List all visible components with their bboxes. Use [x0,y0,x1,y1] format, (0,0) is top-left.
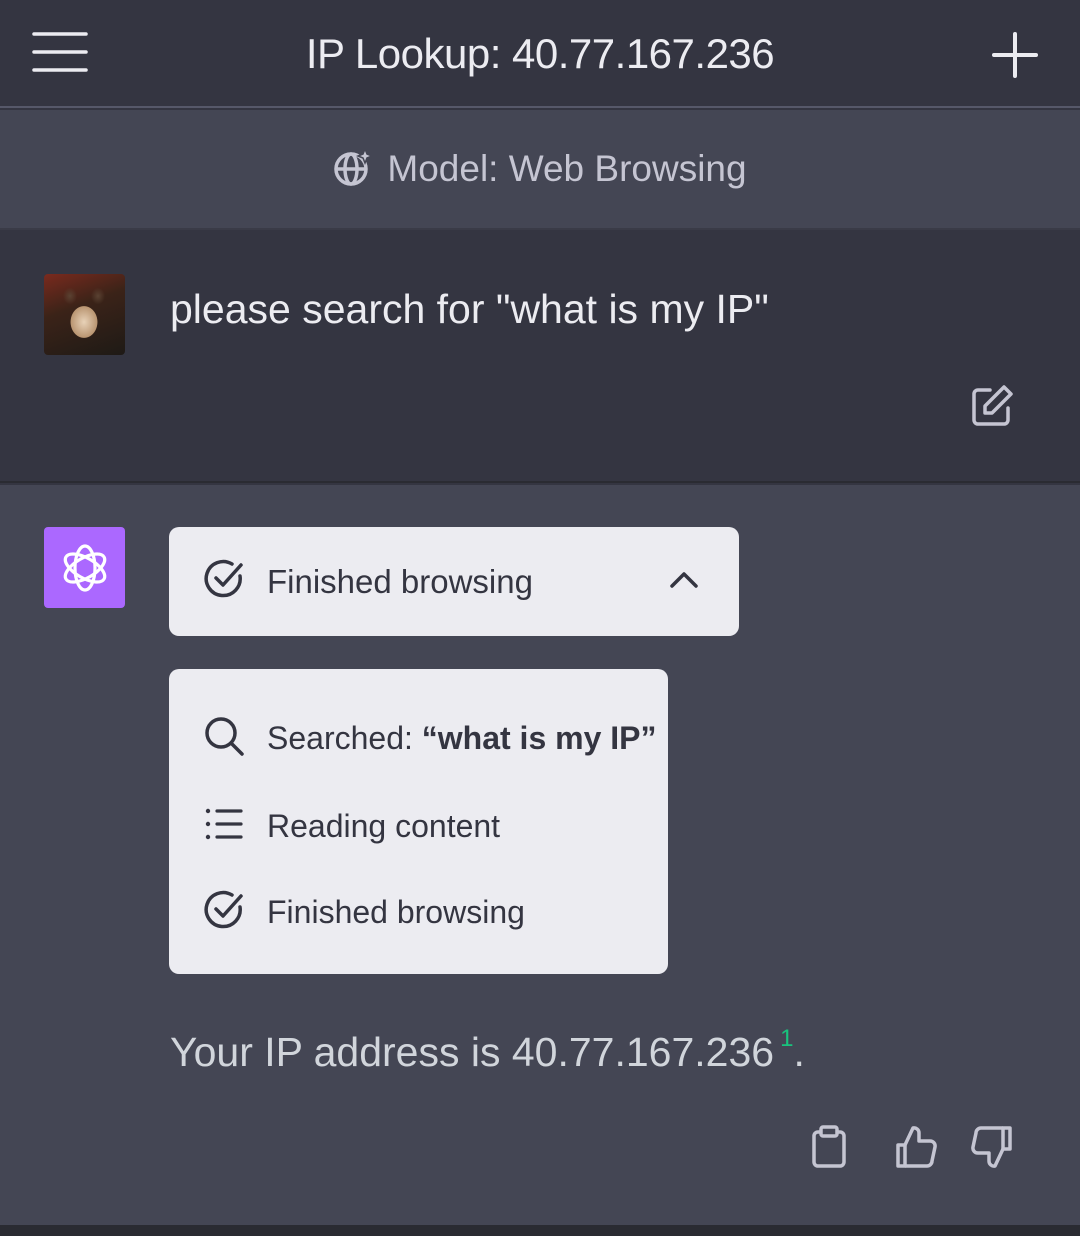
chevron-up-icon[interactable] [669,569,699,594]
browsing-status-toggle[interactable]: Finished browsing [169,527,739,636]
browsing-steps-panel: Searched: “what is my IP” Reading conten… [169,669,668,974]
top-bar: IP Lookup: 40.77.167.236 [0,0,1080,108]
page-title: IP Lookup: 40.77.167.236 [305,30,775,77]
avatar [44,274,125,355]
bottom-divider [0,1225,1080,1236]
assistant-answer: Your IP address is 40.77.167.236 1. [170,1025,805,1076]
citation-link[interactable]: 1 [780,1025,793,1052]
assistant-message: Finished browsing Searched: “what is my … [0,485,1080,1225]
check-circle-icon [203,558,245,605]
user-message-text: please search for "what is my IP" [170,286,769,332]
hamburger-menu-icon[interactable] [30,30,90,76]
step-reading: Reading content [203,803,500,850]
list-icon [203,803,245,850]
search-icon [203,715,245,762]
step-searched: Searched: “what is my IP” [203,715,657,762]
model-label: Model: Web Browsing [387,148,747,189]
answer-text: Your IP address is 40.77.167.236 [170,1029,775,1075]
browsing-status-label: Finished browsing [267,562,533,600]
step-label: Reading content [267,808,501,844]
step-label: Finished browsing [267,894,525,930]
answer-period: . [793,1029,805,1075]
assistant-avatar [44,527,125,608]
edit-icon[interactable] [970,384,1014,428]
plus-icon[interactable] [990,30,1040,80]
thumbs-down-icon[interactable] [970,1125,1014,1169]
user-message: please search for "what is my IP" [0,230,1080,483]
thumbs-up-icon[interactable] [894,1125,938,1169]
step-finished: Finished browsing [203,889,525,936]
clipboard-icon[interactable] [807,1125,851,1169]
step-label: Searched: [267,720,422,756]
check-circle-icon [203,889,245,936]
search-query: “what is my IP” [421,720,657,756]
globe-sparkle-icon [333,146,375,192]
openai-logo-icon [63,543,106,592]
model-indicator: Model: Web Browsing [0,110,1080,230]
